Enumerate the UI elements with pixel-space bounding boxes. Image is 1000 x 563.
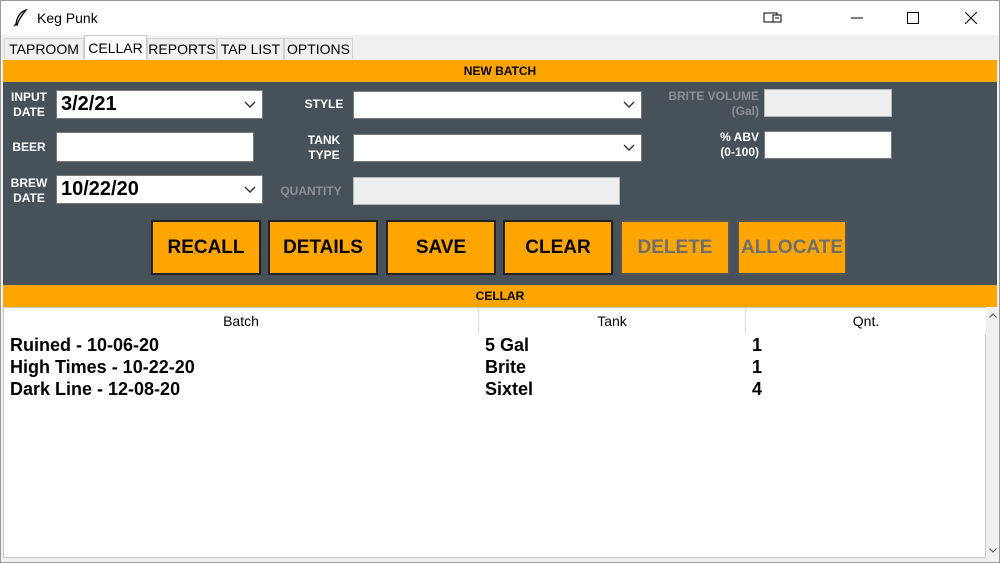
chevron-up-icon	[988, 312, 997, 318]
tab-tap-list[interactable]: TAP LIST	[217, 38, 284, 59]
minimize-icon	[851, 17, 863, 19]
recall-button[interactable]: RECALL	[151, 220, 261, 275]
scroll-up-button[interactable]	[986, 307, 999, 323]
cell-tank: Brite	[485, 357, 527, 377]
table-row[interactable]: Dark Line - 12-08-20 Sixtel 4	[4, 379, 984, 401]
brew-date-label-line1: BREW	[10, 176, 48, 190]
cell-qnt: 1	[752, 335, 763, 355]
input-date-label: INPUT DATE	[7, 90, 51, 120]
details-button[interactable]: DETAILS	[268, 220, 378, 275]
abv-label-line1: % ABV	[720, 130, 759, 144]
input-date-label-line1: INPUT	[11, 90, 47, 104]
brew-date-select[interactable]: 10/22/20	[56, 175, 263, 204]
app-window: Keg Punk TAPROOM CELLAR REPORTS TAP LIST…	[0, 0, 1000, 563]
style-label: STYLE	[304, 97, 344, 111]
cell-qnt: 4	[752, 379, 763, 399]
table-row[interactable]: Ruined - 10-06-20 5 Gal 1	[4, 335, 984, 357]
tank-type-select[interactable]	[353, 134, 642, 162]
cell-batch: Ruined - 10-06-20	[10, 335, 160, 355]
minimize-button[interactable]	[829, 1, 885, 35]
style-select[interactable]	[353, 91, 642, 119]
chevron-down-icon	[623, 101, 635, 108]
title-bar: Keg Punk	[1, 1, 999, 35]
window-title: Keg Punk	[37, 10, 98, 26]
brite-volume-label-line2: (Gal)	[731, 104, 759, 118]
tank-type-label: TANK TYPE	[299, 133, 349, 163]
cell-tank: 5 Gal	[485, 335, 530, 355]
tab-cellar[interactable]: CELLAR	[84, 35, 147, 59]
tab-bar: TAPROOM CELLAR REPORTS TAP LIST OPTIONS	[1, 35, 999, 59]
table-row[interactable]: High Times - 10-22-20 Brite 1	[4, 357, 984, 379]
input-date-select[interactable]: 3/2/21	[56, 90, 263, 119]
input-date-value: 3/2/21	[61, 93, 117, 115]
beer-input[interactable]	[56, 132, 254, 162]
brite-volume-label: BRITE VOLUME (Gal)	[655, 89, 759, 119]
abv-label-line2: (0-100)	[720, 145, 759, 159]
cell-qnt: 1	[752, 357, 763, 377]
close-icon	[965, 12, 977, 24]
quantity-label: QUANTITY	[280, 184, 342, 198]
tab-taproom[interactable]: TAPROOM	[4, 38, 84, 59]
clear-button[interactable]: CLEAR	[503, 220, 613, 275]
input-date-label-line2: DATE	[13, 105, 45, 119]
chevron-down-icon	[623, 144, 635, 151]
brew-date-label-line2: DATE	[13, 191, 45, 205]
scroll-down-button[interactable]	[986, 542, 999, 558]
save-button[interactable]: SAVE	[386, 220, 496, 275]
cell-batch: Dark Line - 12-08-20	[10, 379, 181, 399]
column-header-qnt[interactable]: Qnt.	[746, 308, 986, 334]
brew-date-value: 10/22/20	[61, 178, 139, 200]
delete-button: DELETE	[620, 220, 730, 275]
tablet-mode-icon	[763, 12, 782, 23]
tab-options[interactable]: OPTIONS	[284, 38, 353, 59]
brew-date-label: BREW DATE	[7, 176, 51, 206]
beer-label: BEER	[12, 140, 46, 154]
maximize-icon	[907, 12, 919, 24]
abv-input[interactable]	[764, 131, 892, 159]
cellar-banner: CELLAR	[3, 285, 997, 307]
feather-icon	[13, 9, 28, 27]
column-header-tank[interactable]: Tank	[479, 308, 746, 334]
brite-volume-input	[764, 89, 892, 117]
cellar-table[interactable]: Batch Tank Qnt. Ruined - 10-06-20 5 Gal …	[3, 307, 986, 558]
abv-label: % ABV (0-100)	[683, 130, 759, 160]
tank-type-label-line1: TANK	[307, 133, 341, 147]
cell-batch: High Times - 10-22-20	[10, 357, 195, 377]
brite-volume-label-line1: BRITE VOLUME	[668, 89, 759, 103]
chevron-down-icon	[244, 101, 256, 108]
tablet-mode-button[interactable]	[745, 1, 801, 35]
maximize-button[interactable]	[885, 1, 941, 35]
chevron-down-icon	[988, 547, 997, 553]
tank-type-label-line2: TYPE	[308, 148, 340, 162]
tab-reports[interactable]: REPORTS	[147, 38, 217, 59]
column-header-batch[interactable]: Batch	[4, 308, 479, 334]
cell-tank: Sixtel	[485, 379, 534, 399]
new-batch-banner: NEW BATCH	[3, 60, 997, 82]
allocate-button: ALLOCATE	[737, 220, 847, 275]
quantity-input	[353, 177, 620, 205]
new-batch-panel: INPUT DATE 3/2/21 BEER BREW DATE 10/22/2…	[3, 82, 997, 285]
chevron-down-icon	[244, 186, 256, 193]
vertical-scrollbar[interactable]	[986, 307, 999, 558]
close-button[interactable]	[943, 1, 999, 35]
